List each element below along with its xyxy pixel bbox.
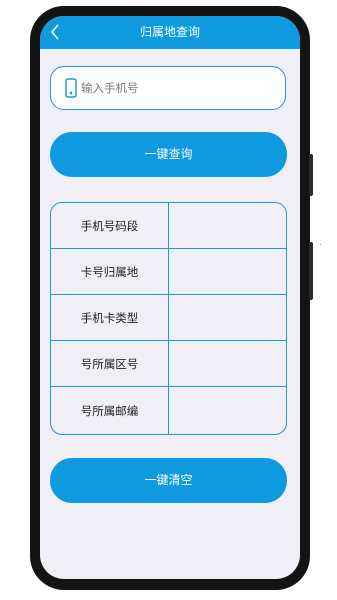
table-row: 号所属邮编 (51, 387, 286, 434)
volume-button (309, 242, 313, 300)
row-value (170, 203, 286, 248)
row-label: 卡号归属地 (51, 249, 169, 294)
page-title: 归属地查询 (139, 25, 200, 39)
title-bar: 归属地查询 (40, 16, 300, 49)
phone-number-field[interactable] (50, 66, 286, 110)
row-label: 手机卡类型 (51, 295, 169, 340)
app-screen: 归属地查询 一键查询 手机号码段 卡号归属地 手机卡类型 (40, 16, 300, 579)
phone-number-input[interactable] (81, 77, 271, 99)
mobile-phone-icon (65, 78, 77, 98)
row-value (170, 249, 286, 294)
query-button[interactable]: 一键查询 (50, 132, 287, 177)
row-label: 号所属邮编 (51, 387, 169, 434)
phone-frame: 归属地查询 一键查询 手机号码段 卡号归属地 手机卡类型 (30, 6, 313, 590)
table-row: 手机号码段 (51, 203, 286, 249)
table-row: 号所属区号 (51, 341, 286, 387)
table-row: 手机卡类型 (51, 295, 286, 341)
row-label: 号所属区号 (51, 341, 169, 386)
row-value (170, 295, 286, 340)
row-value (170, 341, 286, 386)
row-label: 手机号码段 (51, 203, 169, 248)
power-button (309, 154, 313, 196)
table-row: 卡号归属地 (51, 249, 286, 295)
clear-button[interactable]: 一键清空 (50, 458, 287, 503)
background-speck (320, 244, 321, 245)
row-value (170, 387, 286, 434)
result-table: 手机号码段 卡号归属地 手机卡类型 号所属区号 号所属邮编 (50, 202, 287, 435)
